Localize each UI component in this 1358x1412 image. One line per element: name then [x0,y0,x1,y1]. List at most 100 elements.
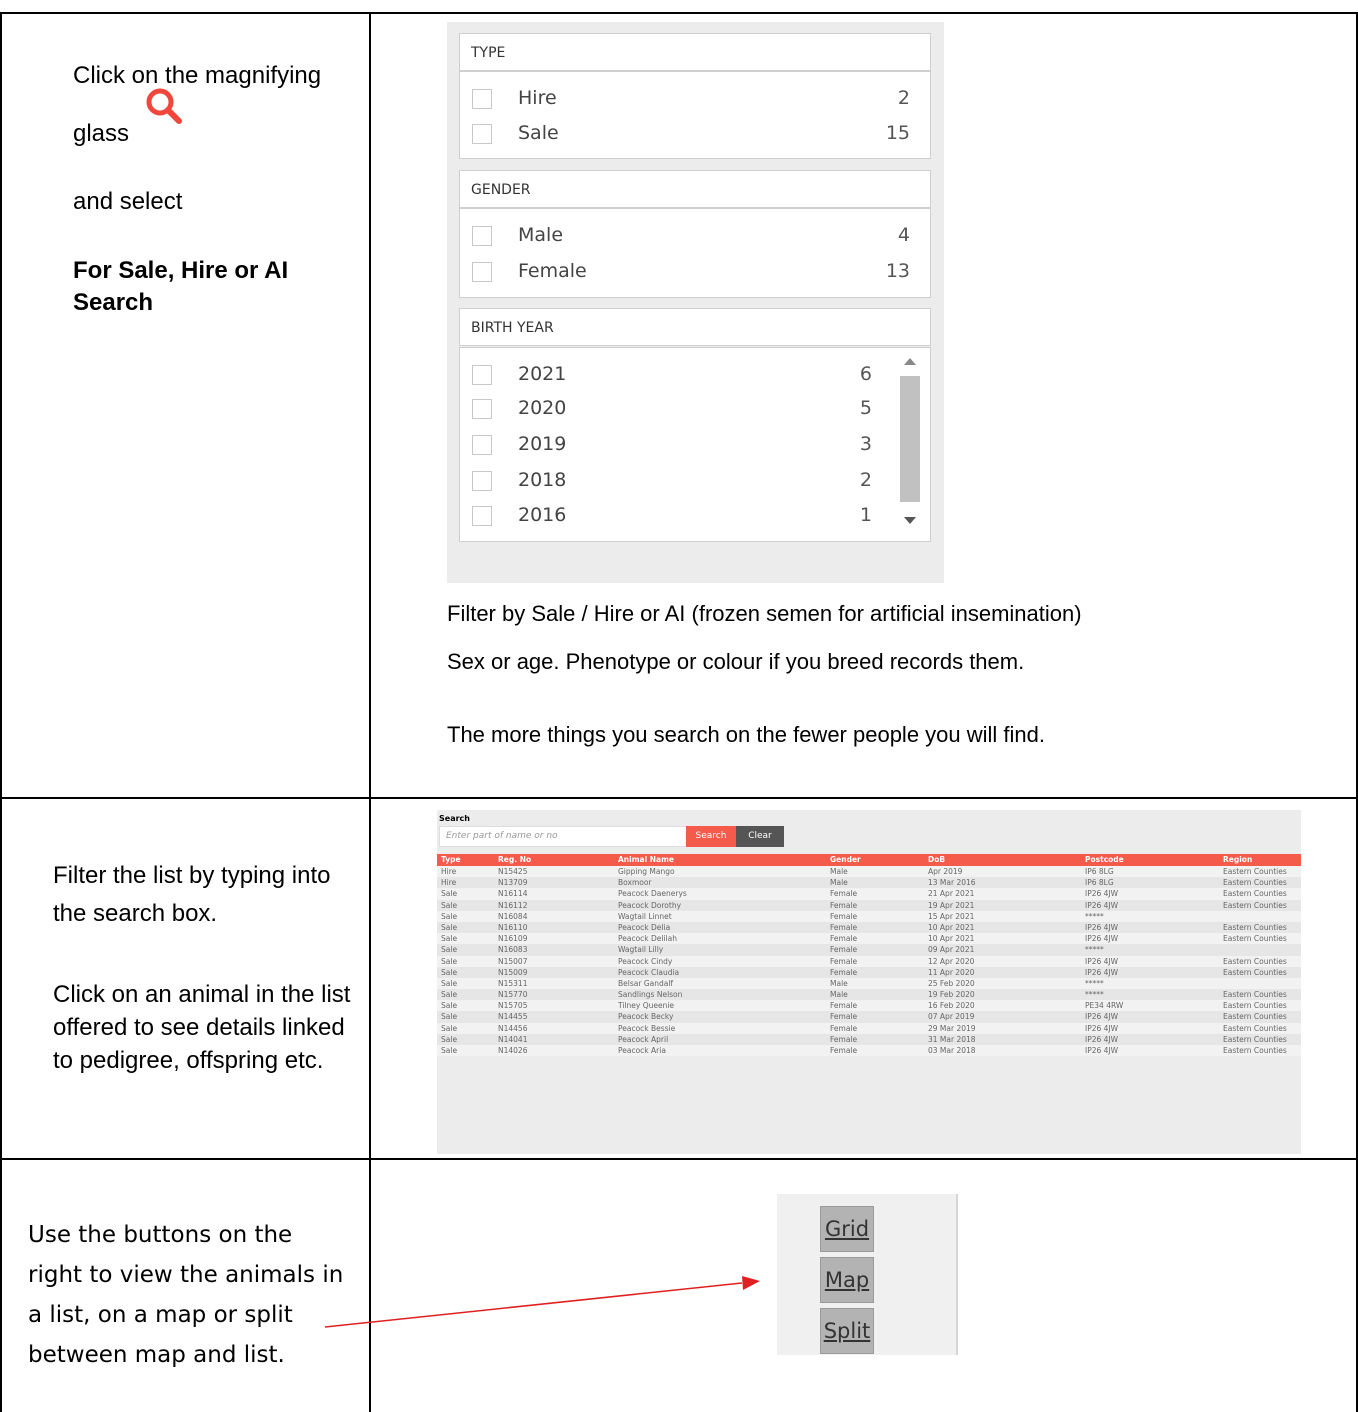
table-row-divider-2 [0,1158,1358,1160]
table-row[interactable]: Sale N14456 Peacock Bessie Female 29 Mar 201… [437,1022,1301,1034]
col-reg-no-cell: N14026 [498,1046,528,1055]
col-postcode-cell: IP26 4JW [1085,1023,1119,1033]
checkbox[interactable] [472,399,492,419]
header-col-dob[interactable]: DoB [928,855,945,864]
col-dob-cell: 25 Feb 2020 [928,978,975,988]
filter-option-2016[interactable]: 2016 1 [460,501,930,531]
checkbox[interactable] [472,506,492,526]
header-col-postcode[interactable]: Postcode [1085,855,1124,864]
scrollbar-thumb[interactable] [900,376,920,502]
checkbox[interactable] [472,89,492,109]
birth-year-scrollbar[interactable] [898,354,920,530]
filter-option-hire[interactable]: Hire 2 [460,84,930,114]
col-dob-cell: 15 Apr 2021 [928,911,975,921]
table-row[interactable]: Sale N15009 Peacock Claudia Female 11 Apr 20… [437,966,1301,978]
animal-search-grid: Search Enter part of name or no Search C… [437,810,1301,1154]
col-gender-cell: Female [830,1034,858,1044]
table-row[interactable]: Sale N16083 Wagtail Lilly Female 09 Apr 2021… [437,944,1301,956]
filter-panel: TYPE Hire 2 Sale 15 GENDER Male 4 Female… [447,22,944,583]
col-animal-name-cell: Peacock Aria [618,1046,666,1055]
table-row[interactable]: Sale N15770 Sandlings Nelson Male 19 Feb 202… [437,989,1301,1001]
checkbox[interactable] [472,471,492,491]
col-reg-no-cell: N16112 [498,900,528,910]
checkbox[interactable] [472,124,492,144]
table-row[interactable]: Sale N14041 Peacock April Female 31 Mar 2018… [437,1033,1301,1045]
col-dob-cell: 11 Apr 2020 [928,967,975,977]
table-row[interactable]: Sale N15705 Tilney Queenie Female 16 Feb 202… [437,1000,1301,1012]
checkbox[interactable] [472,435,492,455]
col-dob-cell: 09 Apr 2021 [928,945,975,955]
instruction-search: Search [73,289,154,316]
table-row[interactable]: Sale N16112 Peacock Dorothy Female 19 Apr 20… [437,899,1301,911]
col-reg-no-cell: N15425 [498,867,528,876]
table-row[interactable]: Sale N16109 Peacock Delilah Female 10 Apr 20… [437,933,1301,945]
col-dob-cell: 12 Apr 2020 [928,956,975,966]
instruction-filter-list-2: the search box. [53,900,218,927]
col-postcode-cell: ***** [1085,990,1104,1000]
col-animal-name-cell: Peacock Cindy [618,956,673,966]
table-row[interactable]: Hire N15425 Gipping Mango Male Apr 2019 IP6 8… [437,866,1301,878]
filter-option-2021[interactable]: 2021 6 [460,360,930,390]
checkbox[interactable] [472,262,492,282]
table-row[interactable]: Sale N14026 Peacock Aria Female 03 Mar 2018 I… [437,1045,1301,1057]
option-label: 2016 [518,504,567,526]
header-col-gender[interactable]: Gender [830,855,861,864]
option-count: 5 [859,397,872,419]
header-col-type[interactable]: Type [441,855,461,864]
filter-option-sale[interactable]: Sale 15 [460,119,930,149]
filter-option-female[interactable]: Female 13 [460,257,930,287]
split-view-button[interactable]: Split [820,1308,874,1354]
filter-birth-year-heading: BIRTH YEAR [459,308,931,346]
search-button[interactable]: Search [686,826,736,847]
header-col-reg-no[interactable]: Reg. No [498,855,531,864]
scroll-up-icon[interactable] [904,358,916,365]
instruction-filter-list-1: Filter the list by typing into [53,862,331,889]
filter-option-male[interactable]: Male 4 [460,221,930,251]
table-row[interactable]: Hire N13709 Boxmoor Male 13 Mar 2016 IP6 8LG E… [437,877,1301,889]
col-animal-name-cell: Belsar Gandalf [618,978,674,988]
filter-option-2019[interactable]: 2019 3 [460,430,930,460]
col-postcode-cell: IP26 4JW [1085,1012,1119,1022]
clear-button[interactable]: Clear [736,826,784,847]
filter-option-2020[interactable]: 2020 5 [460,394,930,424]
filter-option-2018[interactable]: 2018 2 [460,466,930,496]
table-border-left [0,12,2,1412]
col-gender-cell: Female [830,1046,858,1055]
col-dob-cell: 16 Feb 2020 [928,1001,975,1011]
table-row[interactable]: Sale N16114 Peacock Daenerys Female 21 Apr 2… [437,888,1301,900]
col-dob-cell: 29 Mar 2019 [928,1023,976,1033]
col-region-cell: Eastern Counties [1223,900,1287,910]
col-reg-no-cell: N13709 [498,878,528,888]
col-postcode-cell: IP26 4JW [1085,956,1119,966]
table-row[interactable]: Sale N16084 Wagtail Linnet Female 15 Apr 202… [437,910,1301,922]
col-region-cell: Eastern Counties [1223,990,1287,1000]
option-label: 2021 [518,363,567,385]
view-button-panel: Grid Map Split [777,1194,958,1355]
col-region-cell: Eastern Counties [1223,878,1287,888]
scroll-down-icon[interactable] [904,517,916,524]
checkbox[interactable] [472,365,492,385]
col-region-cell: Eastern Counties [1223,934,1287,944]
table-row[interactable]: Sale N16110 Peacock Delia Female 10 Apr 2021… [437,921,1301,934]
header-col-animal-name[interactable]: Animal Name [618,855,674,864]
col-type-cell: Hire [441,867,457,876]
col-gender-cell: Male [830,978,848,988]
col-animal-name-cell: Peacock Bessie [618,1023,676,1033]
header-col-region[interactable]: Region [1223,855,1252,864]
col-reg-no-cell: N16110 [498,922,528,932]
col-gender-cell: Male [830,990,848,1000]
grid-view-button[interactable]: Grid [820,1206,874,1252]
col-animal-name-cell: Peacock Dorothy [618,900,682,910]
map-view-button[interactable]: Map [820,1257,874,1303]
table-row[interactable]: Sale N15311 Belsar Gandalf Male 25 Feb 2020 *… [437,977,1301,990]
col-reg-no-cell: N14455 [498,1012,528,1022]
table-row[interactable]: Sale N14455 Peacock Becky Female 07 Apr 2019… [437,1011,1301,1023]
note-more-things: The more things you search on the fewer … [447,722,1045,747]
col-reg-no-cell: N16114 [498,889,528,899]
checkbox[interactable] [472,226,492,246]
table-row[interactable]: Sale N15007 Peacock Cindy Female 12 Apr 2020… [437,955,1301,967]
col-dob-cell: 13 Mar 2016 [928,878,976,888]
instruction-click-animal-2: offered to see details linked [53,1014,345,1041]
animal-table: Type Reg. No Animal Name Gender DoB Postcode R… [437,854,1301,1057]
search-input[interactable]: Enter part of name or no [439,826,687,847]
